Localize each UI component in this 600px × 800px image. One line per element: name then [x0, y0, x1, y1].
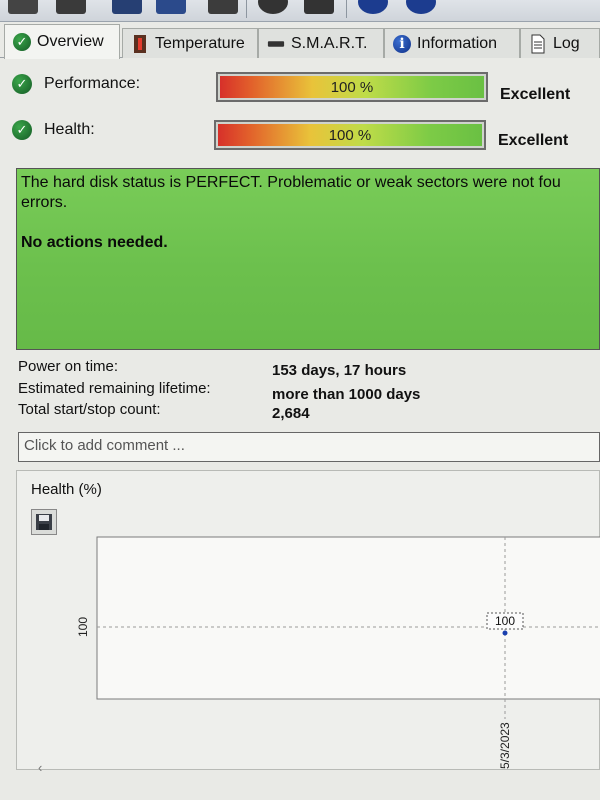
toolbar-button-2[interactable] — [56, 0, 86, 14]
health-bar: 100 % — [214, 120, 486, 150]
toolbar-button-4[interactable] — [156, 0, 186, 14]
status-message-box: The hard disk status is PERFECT. Problem… — [16, 168, 600, 350]
data-point — [502, 630, 508, 636]
status-line-1: The hard disk status is PERFECT. Problem… — [21, 174, 561, 191]
help-icon[interactable] — [358, 0, 388, 14]
health-row: ✓ Health: — [12, 120, 214, 140]
comment-input[interactable]: Click to add comment ... — [18, 432, 600, 462]
performance-label: Performance: — [44, 75, 141, 92]
tab-label: Log — [553, 34, 580, 52]
toolbar-button-5[interactable] — [208, 0, 238, 14]
tab-label: S.M.A.R.T. — [291, 34, 368, 52]
tab-overview[interactable]: ✓ Overview — [4, 24, 120, 59]
performance-row: ✓ Performance: — [12, 74, 214, 94]
check-circle-icon: ✓ — [12, 120, 32, 140]
about-icon[interactable] — [406, 0, 436, 14]
toolbar-button-1[interactable] — [8, 0, 38, 14]
status-line-2: errors. — [21, 194, 68, 211]
tab-smart[interactable]: S.M.A.R.T. — [258, 28, 384, 58]
tab-log[interactable]: Log — [520, 28, 600, 58]
health-bar-fill: 100 % — [218, 124, 482, 146]
performance-rating: Excellent — [500, 86, 571, 103]
status-actions: No actions needed. — [21, 234, 168, 251]
tab-bar: ✓ Overview Temperature S.M.A.R.T. i Info… — [0, 24, 600, 59]
health-percent: 100 % — [328, 126, 372, 144]
disk-drive-icon — [267, 35, 285, 53]
check-circle-icon: ✓ — [13, 33, 31, 51]
lifetime-value: more than 1000 days — [272, 386, 421, 403]
performance-bar: 100 % — [216, 72, 488, 102]
scroll-left-arrow[interactable]: ‹ — [38, 760, 42, 775]
data-label: 100 — [495, 614, 515, 628]
health-chart: 100 5/3/2023 100 — [76, 536, 600, 769]
tab-label: Temperature — [155, 34, 245, 52]
gear-icon[interactable] — [258, 0, 288, 14]
thermometer-icon — [131, 34, 149, 53]
check-circle-icon: ✓ — [12, 74, 32, 94]
log-icon — [529, 34, 547, 53]
lifetime-label: Estimated remaining lifetime: — [18, 380, 211, 397]
plot-area — [96, 536, 600, 700]
startstop-value: 2,684 — [272, 405, 310, 422]
health-chart-panel: Health (%) 100 5/3/2023 100 — [16, 470, 600, 770]
info-icon: i — [393, 34, 411, 53]
tab-information[interactable]: i Information — [384, 28, 520, 58]
toolbar-button-3[interactable] — [112, 0, 142, 14]
startstop-label: Total start/stop count: — [18, 401, 161, 418]
x-tick-label: 5/3/2023 — [498, 722, 512, 769]
y-tick-label: 100 — [76, 617, 90, 637]
performance-bar-fill: 100 % — [220, 76, 484, 98]
power-on-value: 153 days, 17 hours — [272, 362, 407, 379]
health-label: Health: — [44, 121, 95, 138]
tab-label: Overview — [37, 33, 104, 50]
toolbar — [0, 0, 600, 22]
tab-temperature[interactable]: Temperature — [122, 28, 258, 58]
performance-percent: 100 % — [330, 78, 374, 96]
tab-label: Information — [417, 34, 498, 52]
health-rating: Excellent — [498, 132, 569, 149]
power-on-label: Power on time: — [18, 358, 119, 375]
toolbar-button-7[interactable] — [304, 0, 334, 14]
